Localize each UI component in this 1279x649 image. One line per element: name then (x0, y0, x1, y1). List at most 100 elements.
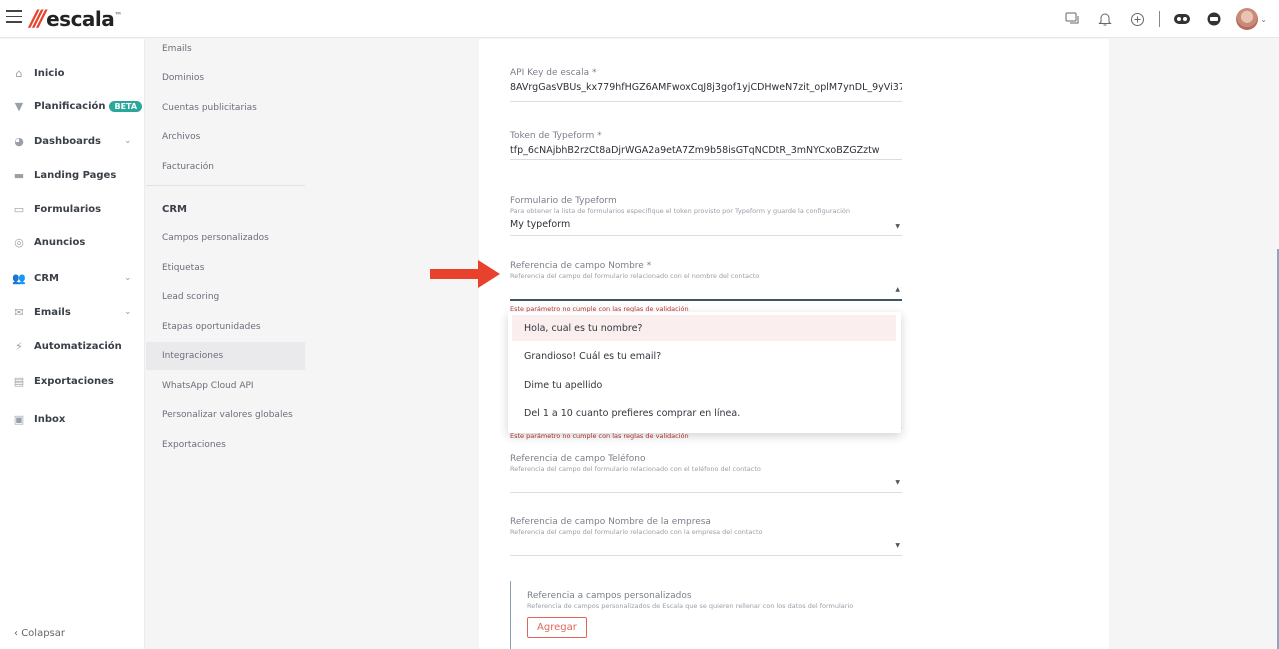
dropdown-option[interactable]: Del 1 a 10 cuanto prefieres comprar en l… (512, 400, 896, 426)
field-label: Referencia de campo Nombre de la empresa (510, 517, 711, 527)
token-field[interactable]: Token de Typeform * tfp_6cNAjbhB2rzCt8aD… (510, 131, 902, 160)
filter-icon: ▼ (14, 99, 24, 113)
field-help: Referencia de campos personalizados de E… (527, 602, 854, 610)
caret-up-icon: ▲ (895, 286, 900, 293)
sidebar-item-label: CRM (34, 272, 59, 284)
chevron-down-icon: ⌄ (124, 136, 132, 146)
submenu-item-facturacion[interactable]: Facturación (146, 153, 305, 181)
submenu-heading-crm: CRM (162, 204, 187, 215)
field-label: Formulario de Typeform (510, 196, 617, 206)
api-key-field[interactable]: API Key de escala * 8AVrgGasVBUs_kx779hf… (510, 68, 902, 102)
nombre-options-dropdown: Hola, cual es tu nombre? Grandioso! Cuál… (508, 312, 901, 433)
sidebar-item-label: Exportaciones (34, 375, 114, 387)
page-icon: ▬ (13, 168, 25, 182)
user-menu[interactable]: ⌄ (1236, 8, 1267, 30)
sidebar-item-dashboards[interactable]: ◕ Dashboards ⌄ (0, 128, 145, 154)
submenu-item-etiquetas[interactable]: Etiquetas (146, 254, 305, 282)
sidebar-item-label: Planificación BETA (34, 100, 143, 112)
collapse-button[interactable]: ‹ Colapsar (14, 628, 65, 639)
submenu-item-exportaciones[interactable]: Exportaciones (146, 431, 305, 459)
chevron-left-icon: ‹ (14, 628, 18, 639)
submenu-item-cuentas-publicitarias[interactable]: Cuentas publicitarias (146, 94, 305, 122)
annotation-arrow-icon (430, 260, 500, 288)
support-icon[interactable] (1204, 9, 1224, 29)
collapse-label: Colapsar (21, 628, 65, 639)
field-label: Referencia a campos personalizados (527, 591, 692, 601)
sidebar-item-inicio[interactable]: ⌂ Inicio (0, 60, 145, 86)
submenu-item-archivos[interactable]: Archivos (146, 123, 305, 151)
chevron-down-icon: ⌄ (124, 307, 132, 317)
sidebar-item-automatizacion[interactable]: ⚡ Automatización (0, 333, 145, 359)
field-underline (510, 235, 902, 236)
sidebar-item-label: Emails (34, 306, 71, 318)
submenu-item-whatsapp-cloud-api[interactable]: WhatsApp Cloud API (146, 372, 305, 400)
sidebar-item-crm[interactable]: 👥 CRM ⌄ (0, 265, 145, 291)
sidebar: ⌂ Inicio ▼ Planificación BETA ◕ Dashboard… (0, 39, 145, 649)
dropdown-option[interactable]: Grandioso! Cuál es tu email? (512, 343, 896, 369)
add-custom-field-button[interactable]: Agregar (527, 617, 587, 638)
plus-circle-icon[interactable] (1127, 9, 1147, 29)
chat-icon[interactable] (1063, 9, 1083, 29)
logo[interactable]: /// escala ™ (30, 6, 122, 32)
avatar[interactable] (1236, 8, 1259, 30)
submenu-item-etapas-oportunidades[interactable]: Etapas oportunidades (146, 313, 305, 341)
field-underline (510, 159, 902, 160)
submenu-item-lead-scoring[interactable]: Lead scoring (146, 283, 305, 311)
submenu-item-dominios[interactable]: Dominios (146, 64, 305, 92)
sidebar-item-label: Dashboards (34, 135, 101, 147)
top-bar: /// escala ™ ⌄ (0, 0, 1279, 38)
field-label: Referencia de campo Teléfono (510, 454, 646, 464)
field-help: Referencia del campo del formulario rela… (510, 465, 761, 473)
field-label: Referencia de campo Nombre * (510, 261, 652, 271)
dropdown-option[interactable]: Hola, cual es tu nombre? (512, 315, 896, 341)
mail-icon: ✉ (14, 305, 24, 319)
empresa-reference-select[interactable]: Referencia de campo Nombre de la empresa… (510, 517, 902, 556)
sidebar-item-inbox[interactable]: ▣ Inbox (0, 406, 145, 432)
bell-icon[interactable] (1095, 9, 1115, 29)
submenu-item-integraciones[interactable]: Integraciones (146, 342, 305, 370)
token-input[interactable]: tfp_6cNAjbhB2rzCt8aDjrWGA2a9etA7Zm9b58is… (510, 145, 902, 156)
custom-fields-section: Referencia a campos personalizados Refer… (510, 581, 902, 649)
submenu-item-personalizar-valores-globales[interactable]: Personalizar valores globales (146, 401, 305, 429)
menu-icon[interactable] (6, 10, 22, 24)
select-value: My typeform (510, 219, 571, 230)
logo-mark-icon: /// (30, 6, 46, 32)
field-help: Referencia del campo del formulario rela… (510, 528, 763, 536)
dropdown-option[interactable]: Dime tu apellido (512, 372, 896, 398)
field-underline (510, 101, 902, 102)
export-icon: ▤ (13, 374, 25, 388)
sidebar-item-exportaciones[interactable]: ▤ Exportaciones (0, 368, 145, 394)
validation-error: Este parámetro no cumple con las reglas … (510, 432, 689, 440)
caret-down-icon: ▼ (895, 223, 900, 230)
api-key-input[interactable]: 8AVrgGasVBUs_kx779hfHGZ6AMFwoxCqJ8j3gof1… (510, 82, 902, 93)
field-underline (510, 555, 902, 556)
field-label: API Key de escala * (510, 68, 597, 78)
settings-submenu: Emails Dominios Cuentas publicitarias Ar… (146, 39, 305, 450)
beta-badge: BETA (109, 100, 143, 112)
field-help: Referencia del campo del formulario rela… (510, 272, 760, 280)
chevron-down-icon: ⌄ (1260, 14, 1267, 24)
divider (1159, 11, 1161, 27)
submenu-item-campos-personalizados[interactable]: Campos personalizados (146, 224, 305, 252)
typeform-form-select[interactable]: Formulario de Typeform Para obtener la l… (510, 196, 902, 236)
submenu-item-emails[interactable]: Emails (146, 35, 305, 63)
telefono-reference-select[interactable]: Referencia de campo Teléfono Referencia … (510, 454, 902, 493)
sidebar-item-emails[interactable]: ✉ Emails ⌄ (0, 299, 145, 325)
sidebar-item-label: Anuncios (34, 236, 86, 248)
divider (146, 185, 305, 186)
nombre-reference-select[interactable]: Referencia de campo Nombre * Referencia … (510, 261, 902, 301)
caret-down-icon: ▼ (895, 479, 900, 486)
users-icon: 👥 (12, 271, 26, 285)
bolt-icon: ⚡ (15, 339, 23, 353)
sidebar-item-anuncios[interactable]: ◎ Anuncios (0, 229, 145, 255)
sidebar-item-planificacion[interactable]: ▼ Planificación BETA (0, 93, 145, 119)
gamepad-icon[interactable] (1172, 9, 1192, 29)
field-underline (510, 492, 902, 493)
sidebar-item-formularios[interactable]: ▭ Formularios (0, 196, 145, 222)
logo-text: escala (46, 7, 115, 31)
logo-trademark: ™ (114, 10, 123, 20)
field-label: Token de Typeform * (510, 131, 602, 141)
sidebar-item-landing-pages[interactable]: ▬ Landing Pages (0, 162, 145, 188)
form-icon: ▭ (13, 202, 25, 216)
chevron-down-icon: ⌄ (124, 273, 132, 283)
